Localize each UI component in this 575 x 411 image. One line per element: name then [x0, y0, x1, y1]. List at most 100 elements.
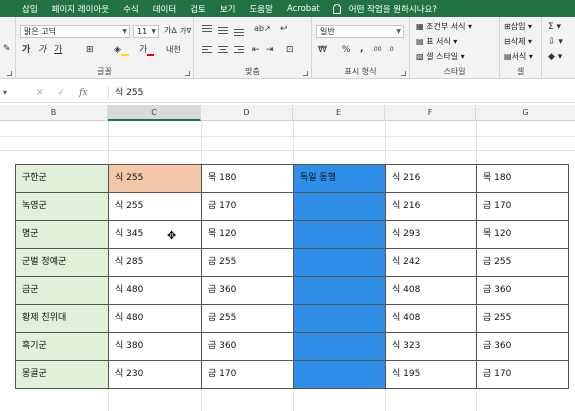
cell-c[interactable]: 식 255 [108, 192, 143, 220]
cell-b[interactable]: 몽골군 [15, 360, 47, 388]
enter-icon[interactable]: ✓ [58, 85, 66, 101]
font-name-combo[interactable]: 맑은 고딕 ▼ [20, 25, 130, 38]
cell-d[interactable]: 금 255 [201, 304, 236, 332]
tell-me-box[interactable]: 어떤 작업을 원하시나요? [332, 3, 437, 15]
cell-b[interactable]: 구한군 [15, 164, 47, 192]
formula-input[interactable]: 식 255 [115, 85, 143, 101]
cell-b[interactable]: 녹영군 [15, 192, 47, 220]
number-format-combo[interactable]: 일반 ▼ [316, 25, 404, 38]
cell-g[interactable]: 금 360 [476, 276, 511, 304]
cell-g[interactable]: 금 170 [476, 192, 511, 220]
tab-formulas[interactable]: 수식 [116, 3, 146, 15]
cell-d[interactable]: 금 360 [201, 276, 236, 304]
cell-c[interactable]: 식 480 [108, 276, 143, 304]
worksheet-grid[interactable]: 구한군 식 255 목 180 독일 동행 식 216 목 180 녹영군 식 … [0, 121, 575, 411]
column-header-d[interactable]: D [201, 105, 293, 121]
font-launcher[interactable] [185, 71, 190, 76]
cell-b[interactable]: 황제 친위대 [15, 304, 66, 332]
tab-view[interactable]: 보기 [213, 3, 243, 15]
cell-g[interactable]: 금 170 [476, 360, 511, 388]
cell-d[interactable]: 목 180 [201, 164, 236, 192]
currency-icon[interactable]: ₩ [318, 44, 327, 56]
wrap-text-icon[interactable]: ↩ [280, 23, 288, 35]
cell-g[interactable]: 금 360 [476, 332, 511, 360]
cell-c[interactable]: 식 230 [108, 360, 143, 388]
orientation-icon[interactable]: ab↗ [254, 23, 271, 35]
tab-review[interactable]: 검토 [183, 3, 213, 15]
tab-page-layout[interactable]: 페이지 레이아웃 [45, 3, 116, 15]
shrink-font-icon[interactable]: 가ᐁ [180, 25, 191, 37]
cell-b[interactable]: 흑기군 [15, 332, 47, 360]
decrease-decimal-icon[interactable]: .0 [388, 44, 394, 56]
grow-font-icon[interactable]: 가ᐃ [164, 25, 177, 37]
cell-g[interactable]: 금 255 [476, 248, 511, 276]
font-size-combo[interactable]: 11 ▼ [133, 25, 159, 38]
align-center-icon[interactable] [218, 46, 228, 55]
tab-help[interactable]: 도움말 [242, 3, 279, 15]
clear-icon[interactable]: ◆ ▾ [548, 51, 562, 63]
insert-function-icon[interactable]: fx [79, 85, 87, 101]
bold-button[interactable]: 가 [22, 44, 30, 56]
phonetic-icon[interactable]: 내천 [166, 44, 181, 56]
column-header-g[interactable]: G [476, 105, 575, 121]
cell-d[interactable]: 금 255 [201, 248, 236, 276]
align-right-icon[interactable] [234, 46, 244, 55]
percent-button[interactable]: % [342, 44, 351, 56]
cell-b[interactable]: 명군 [15, 220, 39, 248]
fill-color-icon[interactable]: ◈ [114, 44, 129, 56]
align-launcher[interactable] [303, 71, 308, 76]
cell-g[interactable]: 목 120 [476, 220, 511, 248]
tab-acrobat[interactable]: Acrobat [280, 4, 327, 14]
cell-g[interactable]: 목 180 [476, 164, 511, 192]
cell-style-button[interactable]: ▧ 셀 스타일 ▾ [416, 51, 465, 63]
name-box[interactable]: ▾ [0, 85, 20, 101]
cell-f[interactable]: 식 293 [385, 220, 420, 248]
table-format-button[interactable]: ▤ 표 서식 ▾ [416, 36, 457, 48]
cell-c-selected[interactable]: 식 255 [108, 164, 143, 192]
indent-decrease-icon[interactable]: ⇤ [252, 44, 260, 56]
cell-f[interactable]: 식 216 [385, 192, 420, 220]
autosum-icon[interactable]: Σ ▾ [548, 21, 561, 33]
cell-b[interactable]: 금군 [15, 276, 39, 304]
conditional-format-button[interactable]: ▦ 조건부 서식 ▾ [416, 21, 472, 33]
increase-decimal-icon[interactable]: .00 [372, 44, 382, 56]
align-left-icon[interactable] [202, 46, 212, 55]
cell-c[interactable]: 식 285 [108, 248, 143, 276]
cell-d[interactable]: 금 170 [201, 360, 236, 388]
cell-f[interactable]: 식 242 [385, 248, 420, 276]
merge-cells-icon[interactable]: ⊡ [286, 44, 294, 56]
cell-f[interactable]: 식 216 [385, 164, 420, 192]
cell-f[interactable]: 식 408 [385, 276, 420, 304]
format-cells-button[interactable]: ▤서식 ▾ [504, 51, 533, 63]
cell-c[interactable]: 식 380 [108, 332, 143, 360]
column-header-f[interactable]: F [385, 105, 476, 121]
format-painter-icon[interactable]: ✎ [3, 43, 11, 55]
clipboard-launcher[interactable] [7, 71, 12, 76]
cell-g[interactable]: 금 255 [476, 304, 511, 332]
tab-data[interactable]: 데이터 [146, 3, 183, 15]
cell-d[interactable]: 목 120 [201, 220, 236, 248]
insert-cells-button[interactable]: ⊞삽입 ▾ [504, 21, 532, 33]
cell-c[interactable]: 식 345 [108, 220, 143, 248]
column-header-c[interactable]: C [108, 105, 201, 121]
fill-icon[interactable]: ⇩ ▾ [548, 36, 563, 48]
italic-button[interactable]: 가 [38, 44, 46, 56]
border-icon[interactable]: ⊞ [86, 44, 94, 56]
cell-e[interactable]: 독일 동행 [293, 164, 336, 192]
cell-f[interactable]: 식 195 [385, 360, 420, 388]
align-top-icon[interactable] [202, 25, 212, 34]
underline-button[interactable]: 가 [54, 44, 62, 56]
comma-button[interactable]: , [360, 43, 363, 55]
delete-cells-button[interactable]: ⊟삭제 ▾ [504, 36, 532, 48]
cell-d[interactable]: 금 360 [201, 332, 236, 360]
cell-f[interactable]: 식 408 [385, 304, 420, 332]
cell-c[interactable]: 식 480 [108, 304, 143, 332]
cell-f[interactable]: 식 323 [385, 332, 420, 360]
align-middle-icon[interactable] [218, 27, 228, 36]
cancel-icon[interactable]: ✕ [36, 85, 44, 101]
number-launcher[interactable] [401, 71, 406, 76]
column-header-b[interactable]: B [0, 105, 108, 121]
tab-insert[interactable]: 삽입 [0, 3, 45, 15]
indent-increase-icon[interactable]: ⇥ [266, 44, 274, 56]
column-header-e[interactable]: E [293, 105, 385, 121]
